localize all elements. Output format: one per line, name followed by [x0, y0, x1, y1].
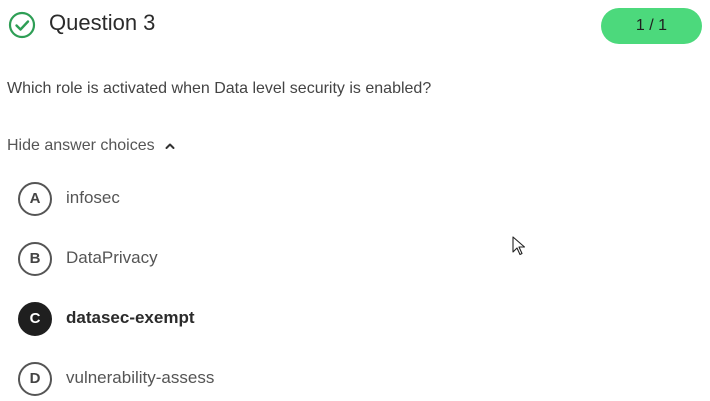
choice-letter-a: A [18, 182, 52, 216]
choice-text-a: infosec [66, 188, 120, 207]
answer-choice-a[interactable]: A infosec [18, 182, 418, 216]
choice-text-d: vulnerability-assess [66, 368, 215, 387]
toggle-label: Hide answer choices [7, 137, 155, 154]
mouse-pointer-icon [512, 236, 526, 256]
choice-letter-d: D [18, 362, 52, 396]
chevron-up-icon [165, 143, 175, 149]
choice-text-b: DataPrivacy [66, 248, 158, 267]
question-text: Which role is activated when Data level … [7, 80, 432, 97]
score-badge: 1 / 1 [601, 8, 702, 44]
hide-answer-choices-toggle[interactable]: Hide answer choices [7, 137, 175, 155]
answer-choice-c[interactable]: C datasec-exempt [18, 302, 418, 336]
answer-choice-b[interactable]: B DataPrivacy [18, 242, 418, 276]
check-circle-icon [8, 11, 36, 39]
choice-letter-c: C [18, 302, 52, 336]
choice-text-c: datasec-exempt [66, 308, 195, 327]
question-header: Question 3 1 / 1 [0, 0, 710, 50]
answer-choice-d[interactable]: D vulnerability-assess [18, 362, 418, 396]
question-title: Question 3 [49, 10, 156, 35]
choice-letter-b: B [18, 242, 52, 276]
